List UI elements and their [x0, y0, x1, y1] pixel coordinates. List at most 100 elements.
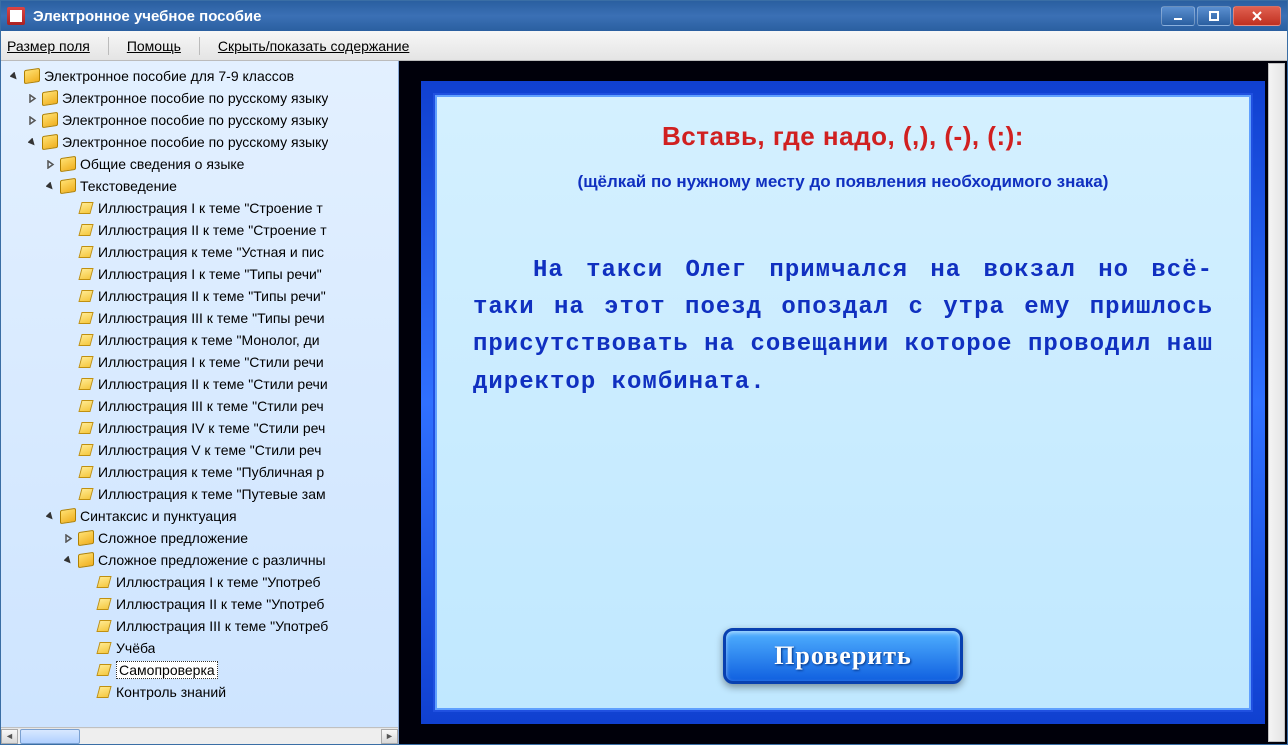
exercise-panel: Вставь, где надо, (,), (-), (:): (щёлкай… — [421, 81, 1265, 724]
scroll-track[interactable] — [18, 729, 381, 744]
menu-separator — [108, 37, 109, 55]
tree-label: Иллюстрация IV к теме "Стили реч — [98, 420, 325, 436]
button-row: Проверить — [463, 628, 1223, 688]
tree-item[interactable]: Иллюстрация I к теме "Употреб — [9, 571, 398, 593]
tree-item[interactable]: Электронное пособие по русскому языку — [9, 109, 398, 131]
tree-item[interactable]: Текстоведение — [9, 175, 398, 197]
tree-item[interactable]: Иллюстрация II к теме "Стили речи — [9, 373, 398, 395]
window-title: Электронное учебное пособие — [33, 8, 1161, 25]
tree-item[interactable]: Электронное пособие для 7-9 классов — [9, 65, 398, 87]
titlebar: Электронное учебное пособие — [1, 1, 1287, 31]
tree-label: Иллюстрация II к теме "Строение т — [98, 222, 327, 238]
tree-item[interactable]: Иллюстрация к теме "Монолог, ди — [9, 329, 398, 351]
tree-item[interactable]: Электронное пособие по русскому языку — [9, 131, 398, 153]
tree-item[interactable]: Синтаксис и пунктуация — [9, 505, 398, 527]
tree-label: Иллюстрация III к теме "Употреб — [116, 618, 328, 634]
page-icon — [96, 685, 112, 699]
exercise-heading: Вставь, где надо, (,), (-), (:): — [463, 121, 1223, 152]
book-icon — [78, 553, 94, 567]
book-icon — [42, 113, 58, 127]
page-icon — [78, 487, 94, 501]
app-icon — [7, 7, 25, 25]
page-icon — [78, 355, 94, 369]
book-icon — [60, 179, 76, 193]
tree-label: Самопроверка — [116, 661, 218, 679]
menu-field-size[interactable]: Размер поля — [7, 38, 90, 54]
page-icon — [96, 619, 112, 633]
tree-item[interactable]: Сложное предложение — [9, 527, 398, 549]
book-icon — [60, 157, 76, 171]
tree-label: Иллюстрация к теме "Путевые зам — [98, 486, 326, 502]
check-button[interactable]: Проверить — [723, 628, 963, 684]
page-icon — [78, 223, 94, 237]
tree-label: Иллюстрация к теме "Устная и пис — [98, 244, 324, 260]
tree-item[interactable]: Сложное предложение с различны — [9, 549, 398, 571]
scroll-right-button[interactable]: ► — [381, 729, 398, 744]
page-icon — [78, 267, 94, 281]
tree-item[interactable]: Иллюстрация III к теме "Стили реч — [9, 395, 398, 417]
exercise-text[interactable]: На такси Олег примчался на вокзал но всё… — [463, 252, 1223, 401]
book-icon — [78, 531, 94, 545]
tree-label: Электронное пособие по русскому языку — [62, 112, 328, 128]
tree-label: Иллюстрация к теме "Публичная р — [98, 464, 324, 480]
tree-label: Контроль знаний — [116, 684, 226, 700]
tree-label: Электронное пособие для 7-9 классов — [44, 68, 294, 84]
page-icon — [96, 597, 112, 611]
page-icon — [78, 289, 94, 303]
sidebar-hscrollbar[interactable]: ◄ ► — [1, 727, 398, 744]
minimize-button[interactable] — [1161, 6, 1195, 26]
page-icon — [78, 377, 94, 391]
tree-item[interactable]: Иллюстрация I к теме "Типы речи" — [9, 263, 398, 285]
scroll-left-button[interactable]: ◄ — [1, 729, 18, 744]
tree-item[interactable]: Иллюстрация IV к теме "Стили реч — [9, 417, 398, 439]
tree-label: Иллюстрация I к теме "Употреб — [116, 574, 320, 590]
tree-label: Электронное пособие по русскому языку — [62, 134, 328, 150]
tree-label: Иллюстрация I к теме "Типы речи" — [98, 266, 322, 282]
tree-item[interactable]: Иллюстрация III к теме "Типы речи — [9, 307, 398, 329]
tree-item[interactable]: Иллюстрация I к теме "Строение т — [9, 197, 398, 219]
tree-item[interactable]: Самопроверка — [9, 659, 398, 681]
page-icon — [78, 245, 94, 259]
page-icon — [96, 575, 112, 589]
tree-label: Синтаксис и пунктуация — [80, 508, 237, 524]
tree-item[interactable]: Учёба — [9, 637, 398, 659]
tree-label: Иллюстрация I к теме "Строение т — [98, 200, 323, 216]
tree-item[interactable]: Иллюстрация II к теме "Типы речи" — [9, 285, 398, 307]
tree-item[interactable]: Иллюстрация к теме "Публичная р — [9, 461, 398, 483]
tree-label: Иллюстрация II к теме "Стили речи — [98, 376, 328, 392]
tree-label: Иллюстрация к теме "Монолог, ди — [98, 332, 320, 348]
tree-item[interactable]: Контроль знаний — [9, 681, 398, 703]
tree-label: Иллюстрация I к теме "Стили речи — [98, 354, 324, 370]
tree-label: Общие сведения о языке — [80, 156, 244, 172]
book-icon — [60, 509, 76, 523]
tree-label: Иллюстрация III к теме "Стили реч — [98, 398, 324, 414]
tree-item[interactable]: Иллюстрация V к теме "Стили реч — [9, 439, 398, 461]
tree-item[interactable]: Иллюстрация II к теме "Употреб — [9, 593, 398, 615]
maximize-button[interactable] — [1197, 6, 1231, 26]
toc-tree[interactable]: Электронное пособие для 7-9 классов Элект… — [1, 61, 398, 727]
tree-item[interactable]: Общие сведения о языке — [9, 153, 398, 175]
menu-help[interactable]: Помощь — [127, 38, 181, 54]
app-window: Электронное учебное пособие Размер поля … — [0, 0, 1288, 745]
tree-label: Иллюстрация III к теме "Типы речи — [98, 310, 325, 326]
tree-item[interactable]: Иллюстрация III к теме "Употреб — [9, 615, 398, 637]
page-icon — [78, 311, 94, 325]
tree-item[interactable]: Иллюстрация II к теме "Строение т — [9, 219, 398, 241]
tree-item[interactable]: Иллюстрация к теме "Путевые зам — [9, 483, 398, 505]
scroll-thumb[interactable] — [20, 729, 80, 744]
page-icon — [96, 663, 112, 677]
close-button[interactable] — [1233, 6, 1281, 26]
workspace: Электронное пособие для 7-9 классов Элект… — [1, 61, 1287, 744]
tree-item[interactable]: Иллюстрация к теме "Устная и пис — [9, 241, 398, 263]
tree-item[interactable]: Иллюстрация I к теме "Стили речи — [9, 351, 398, 373]
page-icon — [96, 641, 112, 655]
menu-toggle-toc[interactable]: Скрыть/показать содержание — [218, 38, 409, 54]
tree-label: Иллюстрация II к теме "Употреб — [116, 596, 324, 612]
content-vscrollbar[interactable] — [1268, 63, 1285, 742]
content-area: Вставь, где надо, (,), (-), (:): (щёлкай… — [399, 61, 1287, 744]
tree-item[interactable]: Электронное пособие по русскому языку — [9, 87, 398, 109]
book-icon — [42, 91, 58, 105]
page-icon — [78, 399, 94, 413]
sidebar: Электронное пособие для 7-9 классов Элект… — [1, 61, 399, 744]
exercise-hint: (щёлкай по нужному месту до появления не… — [463, 172, 1223, 192]
